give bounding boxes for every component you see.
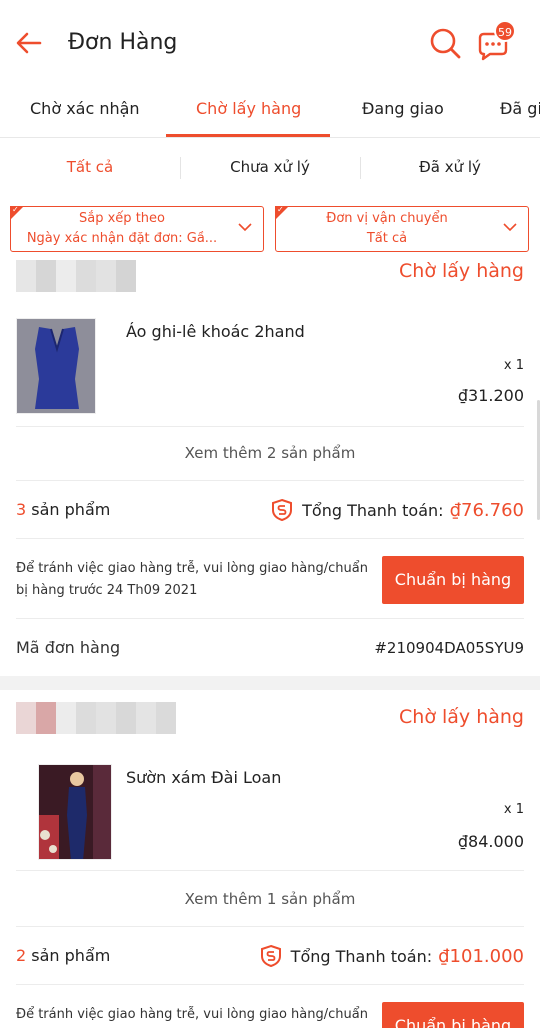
carrier-filter[interactable]: ✓ Đơn vị vận chuyển Tất cả — [275, 205, 529, 252]
order-separator — [0, 676, 540, 690]
product-price: ₫84.000 — [457, 832, 524, 851]
total-label: Tổng Thanh toán: — [302, 500, 444, 520]
order-status: Chờ lấy hàng — [399, 706, 524, 728]
divider — [16, 480, 524, 481]
total-amount: ₫76.760 — [449, 499, 524, 521]
order-code-value[interactable]: #210904DA05SYU9 — [374, 639, 524, 657]
prepare-goods-button[interactable]: Chuẩn bị hàng — [382, 556, 524, 604]
chevron-down-icon — [503, 223, 517, 232]
search-icon[interactable] — [428, 26, 462, 60]
app-header: Đơn Hàng 59 — [0, 0, 540, 86]
divider — [16, 926, 524, 927]
divider — [16, 426, 524, 427]
product-count-number: 3 — [16, 500, 27, 519]
shield-icon — [260, 944, 281, 968]
product-image[interactable] — [38, 764, 112, 860]
tab-shipping[interactable]: Đang giao — [362, 86, 444, 137]
tab-waiting-confirm[interactable]: Chờ xác nhận — [30, 86, 140, 137]
subtab-processed[interactable]: Đã xử lý — [360, 139, 540, 197]
shipping-deadline-notice: Để tránh việc giao hàng trễ, vui lòng gi… — [16, 1007, 368, 1022]
sort-filter-title: Sắp xếp theo — [79, 211, 165, 226]
order-card[interactable]: Chờ lấy hàng Sườn xám Đài Loan x 1 ₫84.0… — [0, 700, 540, 1028]
total-amount: ₫101.000 — [438, 945, 524, 967]
order-total: Tổng Thanh toán: ₫76.760 — [270, 498, 524, 522]
shop-name-blurred — [16, 702, 176, 734]
see-more-products[interactable]: Xem thêm 1 sản phẩm — [0, 890, 540, 908]
product-price: ₫31.200 — [457, 386, 524, 405]
product-count: 3 sản phẩm — [16, 500, 110, 519]
carrier-filter-title: Đơn vị vận chuyển — [326, 211, 448, 226]
divider — [16, 870, 524, 871]
product-image[interactable] — [16, 318, 96, 414]
carrier-filter-value: Tất cả — [366, 231, 408, 246]
order-status-tabs: Chờ xác nhận Chờ lấy hàng Đang giao Đã g… — [0, 86, 540, 138]
product-name[interactable]: Áo ghi-lê khoác 2hand — [126, 322, 305, 341]
product-count-number: 2 — [16, 946, 27, 965]
sort-filter-value: Ngày xác nhận đặt đơn: Gầ... — [26, 231, 218, 246]
prepare-goods-button[interactable]: Chuẩn bị hàng — [382, 1002, 524, 1028]
active-tab-indicator — [166, 134, 330, 137]
order-code-label: Mã đơn hàng — [16, 638, 121, 657]
product-quantity: x 1 — [503, 358, 524, 373]
product-quantity: x 1 — [503, 802, 524, 817]
sort-filter[interactable]: ✓ Sắp xếp theo Ngày xác nhận đặt đơn: Gầ… — [10, 205, 264, 252]
divider — [16, 618, 524, 619]
order-total: Tổng Thanh toán: ₫101.000 — [259, 944, 524, 968]
shop-name-blurred — [16, 260, 136, 292]
divider — [16, 538, 524, 539]
order-status: Chờ lấy hàng — [399, 260, 524, 282]
product-count-label: sản phẩm — [31, 946, 111, 965]
arrow-left-icon[interactable] — [14, 28, 44, 58]
processing-subtabs: Tất cả Chưa xử lý Đã xử lý — [0, 139, 540, 197]
subtab-all[interactable]: Tất cả — [0, 139, 180, 197]
page-title: Đơn Hàng — [68, 30, 178, 55]
product-count: 2 sản phẩm — [16, 946, 110, 965]
subtab-unprocessed[interactable]: Chưa xử lý — [180, 139, 360, 197]
divider — [16, 984, 524, 985]
tab-delivered[interactable]: Đã gi — [500, 86, 540, 137]
shield-icon — [272, 498, 293, 522]
tab-waiting-pickup[interactable]: Chờ lấy hàng — [196, 86, 301, 137]
see-more-products[interactable]: Xem thêm 2 sản phẩm — [0, 444, 540, 462]
shipping-deadline-notice: Để tránh việc giao hàng trễ, vui lòng gi… — [16, 561, 368, 598]
product-name[interactable]: Sườn xám Đài Loan — [126, 768, 281, 787]
chat-badge: 59 — [494, 20, 516, 42]
chevron-down-icon — [238, 223, 252, 232]
total-label: Tổng Thanh toán: — [290, 946, 433, 966]
product-count-label: sản phẩm — [31, 500, 111, 519]
order-card[interactable]: Chờ lấy hàng Áo ghi-lê khoác 2hand x 1 ₫… — [0, 254, 540, 674]
